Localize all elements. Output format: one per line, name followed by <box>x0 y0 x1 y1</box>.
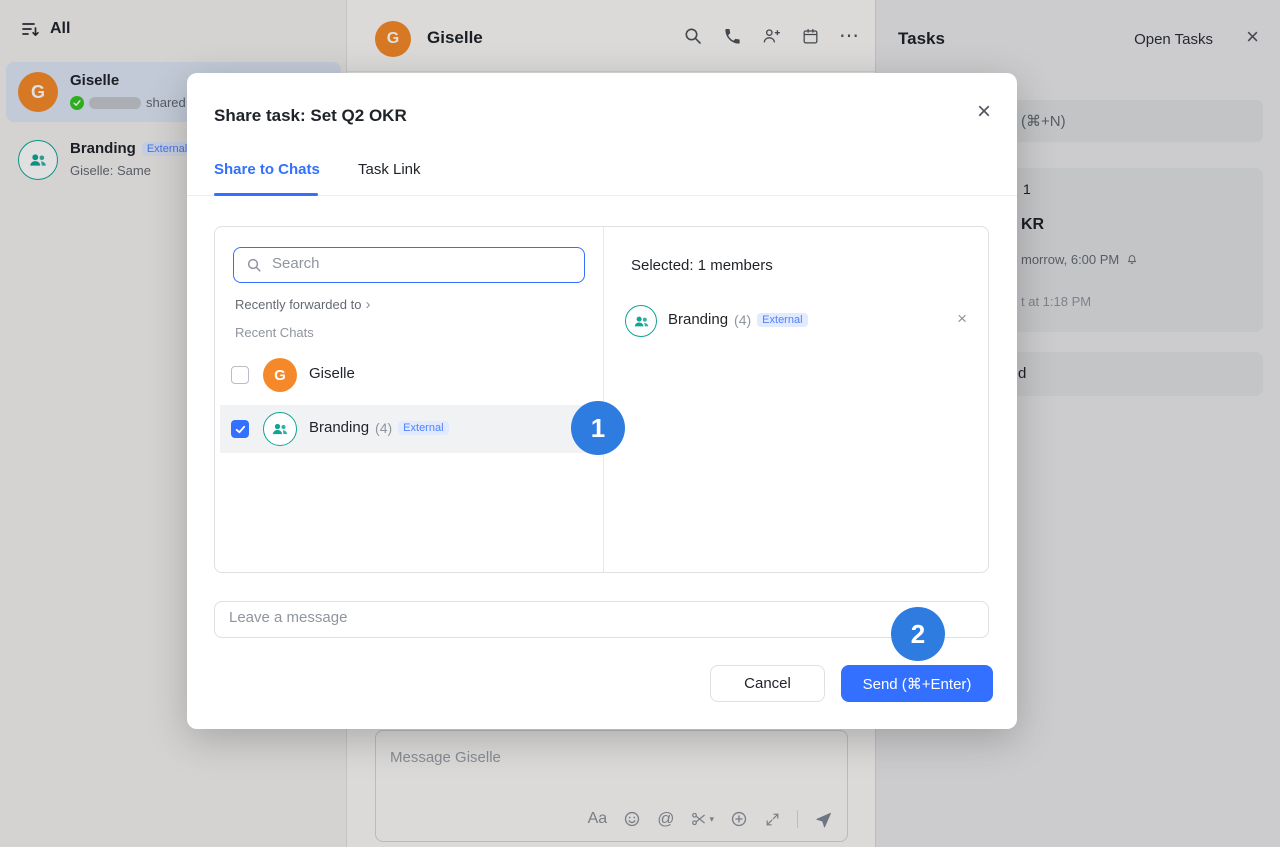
checkbox-checked[interactable] <box>231 420 249 438</box>
picker-divider <box>603 227 604 572</box>
chat-picker: Recently forwarded to › Recent Chats G G… <box>214 226 989 573</box>
selected-item-branding: Branding (4) External × <box>604 299 989 343</box>
group-avatar-icon <box>263 412 297 446</box>
option-name: Branding <box>309 419 370 436</box>
recent-chats-label: Recent Chats <box>235 325 314 340</box>
group-avatar-icon <box>625 305 657 337</box>
selected-name: Branding <box>668 311 729 328</box>
checkbox-unchecked[interactable] <box>231 366 249 384</box>
active-tab-underline <box>214 193 318 196</box>
search-icon <box>247 258 261 272</box>
modal-title: Share task: Set Q2 OKR <box>214 106 407 125</box>
leave-message-input[interactable] <box>229 609 969 626</box>
selected-count-label: Selected: 1 members <box>631 257 773 274</box>
leave-message-box[interactable] <box>214 601 989 638</box>
search-input[interactable] <box>272 255 572 272</box>
selected-name-row: Branding (4) External <box>668 311 808 328</box>
tab-task-link[interactable]: Task Link <box>358 161 421 178</box>
option-name-row: Giselle <box>309 365 355 382</box>
chevron-right-icon: › <box>365 296 371 313</box>
search-box[interactable] <box>233 247 585 283</box>
external-badge: External <box>757 312 808 327</box>
member-count: (4) <box>734 311 752 328</box>
recently-forwarded-link[interactable]: Recently forwarded to › <box>235 297 370 312</box>
send-button[interactable]: Send (⌘+Enter) <box>841 665 993 702</box>
chat-option-giselle[interactable]: G Giselle <box>217 353 601 397</box>
avatar: G <box>263 358 297 392</box>
app-screen: All G Giselle shared Branding External G… <box>0 0 1280 847</box>
close-icon[interactable]: × <box>977 100 991 124</box>
member-count: (4) <box>375 419 393 436</box>
cancel-button[interactable]: Cancel <box>710 665 825 702</box>
option-name-row: Branding (4) External <box>309 419 449 436</box>
remove-selected-icon[interactable]: × <box>957 309 967 329</box>
external-badge: External <box>398 420 449 435</box>
share-task-modal: Share task: Set Q2 OKR × Share to Chats … <box>187 73 1017 729</box>
option-name: Giselle <box>309 365 355 382</box>
avatar-letter: G <box>274 366 286 384</box>
chat-option-branding[interactable]: Branding (4) External <box>217 405 601 453</box>
tab-share-to-chats[interactable]: Share to Chats <box>214 161 320 178</box>
